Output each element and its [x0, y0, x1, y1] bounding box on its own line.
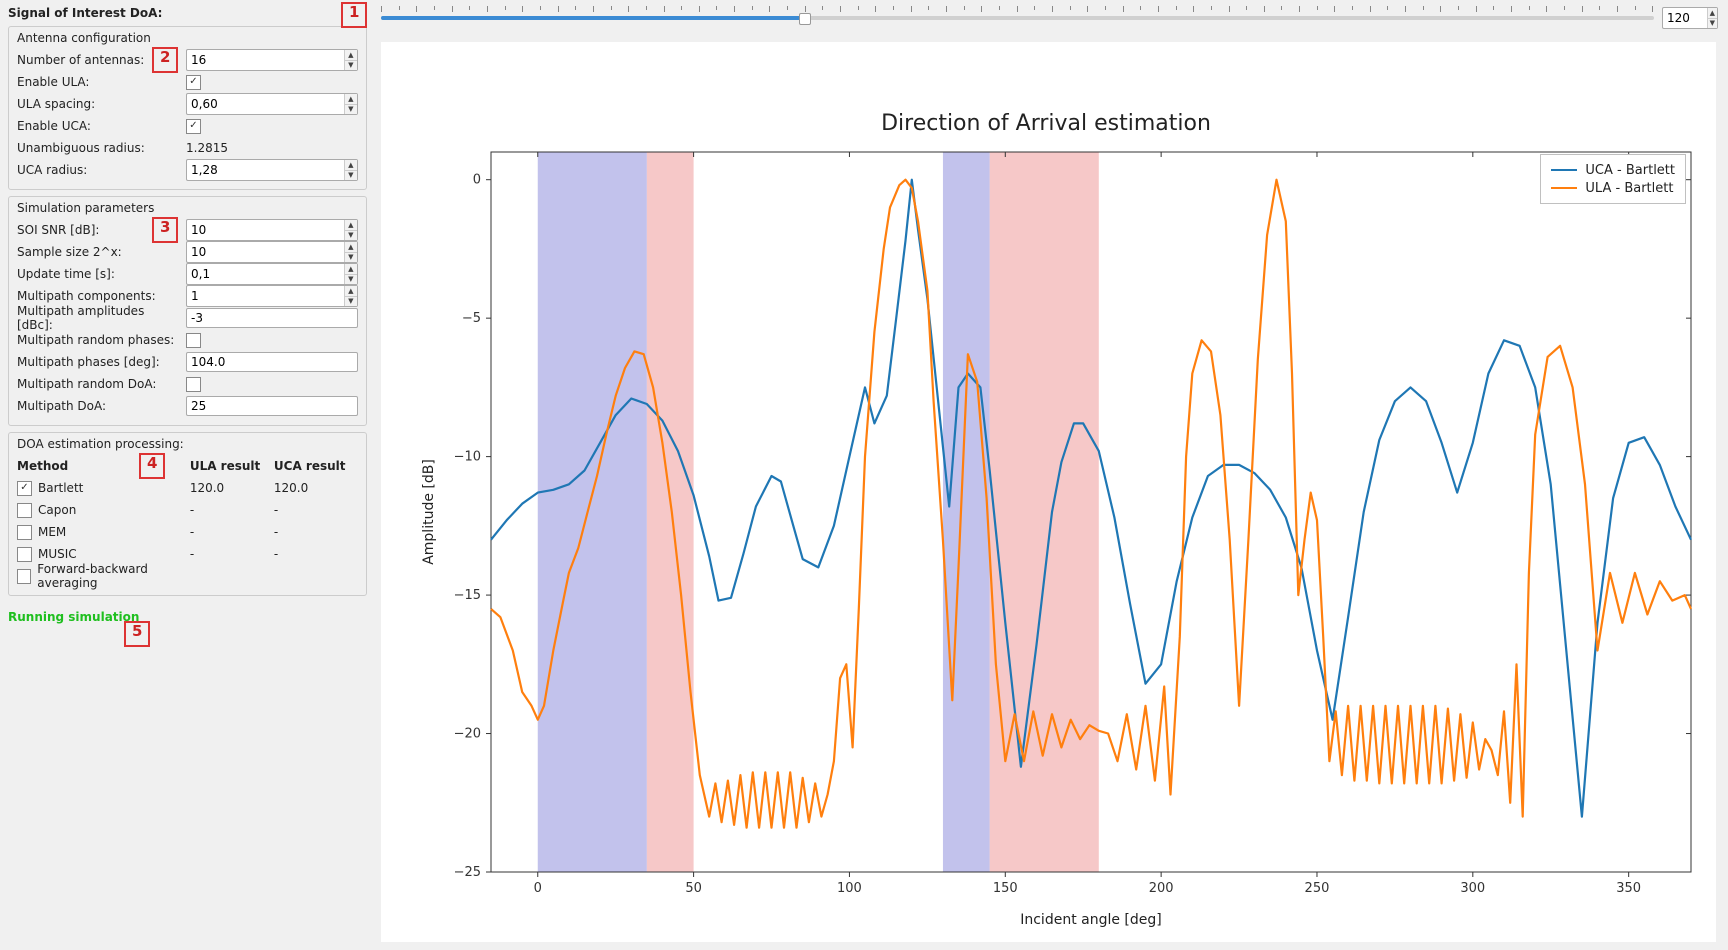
- uca-result: 120.0: [274, 481, 358, 495]
- svg-text:−15: −15: [454, 588, 481, 603]
- mp-components-label: Multipath components:: [17, 289, 182, 303]
- ula-spacing-up[interactable]: ▲: [345, 94, 357, 105]
- col-ula-header: ULA result: [190, 459, 274, 473]
- ula-spacing-label: ULA spacing:: [17, 97, 182, 111]
- mp-doa-label: Multipath DoA:: [17, 399, 182, 413]
- svg-text:150: 150: [993, 881, 1018, 896]
- svg-text:0: 0: [473, 173, 481, 188]
- doa-row: MEM --: [17, 521, 358, 543]
- mp-phases-label: Multipath phases [deg]:: [17, 355, 182, 369]
- mp-random-phases-label: Multipath random phases:: [17, 333, 182, 347]
- svg-text:200: 200: [1149, 881, 1174, 896]
- svg-text:Direction of Arrival estimatio: Direction of Arrival estimation: [881, 111, 1211, 136]
- legend: UCA - Bartlett ULA - Bartlett: [1540, 154, 1686, 204]
- uca-radius-input[interactable]: ▲▼: [186, 159, 358, 181]
- num-antennas-up[interactable]: ▲: [345, 50, 357, 61]
- enable-uca-label: Enable UCA:: [17, 119, 182, 133]
- svg-text:−20: −20: [454, 727, 481, 742]
- uca-radius-label: UCA radius:: [17, 163, 182, 177]
- svg-text:250: 250: [1305, 881, 1330, 896]
- svg-text:Amplitude [dB]: Amplitude [dB]: [421, 459, 437, 565]
- legend-label: ULA - Bartlett: [1585, 181, 1673, 196]
- mp-random-doa-label: Multipath random DoA:: [17, 377, 182, 391]
- col-uca-header: UCA result: [274, 459, 358, 473]
- doa-group-label: DOA estimation processing:: [17, 437, 358, 451]
- svg-text:100: 100: [837, 881, 862, 896]
- unambig-radius-label: Unambiguous radius:: [17, 141, 182, 155]
- mp-doa-input[interactable]: [186, 396, 358, 416]
- ula-result: -: [190, 503, 274, 517]
- svg-text:50: 50: [685, 881, 702, 896]
- ula-spacing-down[interactable]: ▼: [345, 105, 357, 115]
- antenna-group-label: Antenna configuration: [17, 31, 358, 45]
- enable-ula-label: Enable ULA:: [17, 75, 182, 89]
- unambig-radius-value: 1.2815: [186, 141, 228, 155]
- doa-value-input[interactable]: ▲▼: [1662, 7, 1718, 29]
- plot-area: Direction of Arrival estimation 0 50 100 150…: [381, 42, 1716, 942]
- doa-slider[interactable]: [381, 4, 1654, 32]
- method-name: MEM: [38, 525, 66, 539]
- svg-text:300: 300: [1460, 881, 1485, 896]
- ula-result: 120.0: [190, 481, 274, 495]
- mp-amplitudes-input[interactable]: [186, 308, 358, 328]
- method-checkbox[interactable]: [17, 525, 32, 540]
- doa-row: ✓ Bartlett 120.0120.0: [17, 477, 358, 499]
- sample-size-label: Sample size 2^x:: [17, 245, 182, 259]
- enable-uca-checkbox[interactable]: ✓: [186, 119, 201, 134]
- mp-phases-input[interactable]: [186, 352, 358, 372]
- method-name: Bartlett: [38, 481, 83, 495]
- svg-text:−25: −25: [454, 865, 481, 880]
- uca-result: -: [274, 525, 358, 539]
- fb-averaging-label: Forward-backward averaging: [37, 562, 202, 590]
- ula-spacing-input[interactable]: ▲▼: [186, 93, 358, 115]
- svg-text:0: 0: [534, 881, 542, 896]
- antenna-group: Antenna configuration Number of antennas…: [8, 26, 367, 190]
- doa-row: Capon --: [17, 499, 358, 521]
- svg-text:350: 350: [1616, 881, 1641, 896]
- method-checkbox[interactable]: ✓: [17, 481, 32, 496]
- uca-result: -: [274, 503, 358, 517]
- uca-radius-down[interactable]: ▼: [345, 171, 357, 181]
- mp-components-input[interactable]: ▲▼: [186, 285, 358, 307]
- method-checkbox[interactable]: [17, 547, 32, 562]
- method-name: MUSIC: [38, 547, 77, 561]
- doa-title: Signal of Interest DoA:: [8, 6, 162, 20]
- num-antennas-input[interactable]: ▲▼: [186, 49, 358, 71]
- soi-snr-input[interactable]: ▲▼: [186, 219, 358, 241]
- sim-group-label: Simulation parameters: [17, 201, 358, 215]
- legend-label: UCA - Bartlett: [1585, 163, 1675, 178]
- uca-radius-up[interactable]: ▲: [345, 160, 357, 171]
- uca-result: -: [274, 547, 358, 561]
- svg-text:Incident angle [deg]: Incident angle [deg]: [1020, 912, 1162, 928]
- doa-group: DOA estimation processing: Method 4 ULA …: [8, 432, 367, 596]
- sidebar: Signal of Interest DoA: 1 Antenna config…: [0, 0, 375, 950]
- ula-result: -: [190, 525, 274, 539]
- mp-random-phases-checkbox[interactable]: [186, 333, 201, 348]
- svg-text:−10: −10: [454, 450, 481, 465]
- svg-text:−5: −5: [462, 311, 481, 326]
- mp-random-doa-checkbox[interactable]: [186, 377, 201, 392]
- status-label: Running simulation: [8, 610, 367, 624]
- enable-ula-checkbox[interactable]: ✓: [186, 75, 201, 90]
- mp-amplitudes-label: Multipath amplitudes [dBc]:: [17, 304, 182, 332]
- sample-size-input[interactable]: ▲▼: [186, 241, 358, 263]
- fb-averaging-checkbox[interactable]: [17, 569, 31, 584]
- ula-result: -: [190, 547, 274, 561]
- update-time-label: Update time [s]:: [17, 267, 182, 281]
- method-checkbox[interactable]: [17, 503, 32, 518]
- sim-group: Simulation parameters SOI SNR [dB]: 3 ▲▼…: [8, 196, 367, 426]
- update-time-input[interactable]: ▲▼: [186, 263, 358, 285]
- method-name: Capon: [38, 503, 76, 517]
- num-antennas-down[interactable]: ▼: [345, 61, 357, 71]
